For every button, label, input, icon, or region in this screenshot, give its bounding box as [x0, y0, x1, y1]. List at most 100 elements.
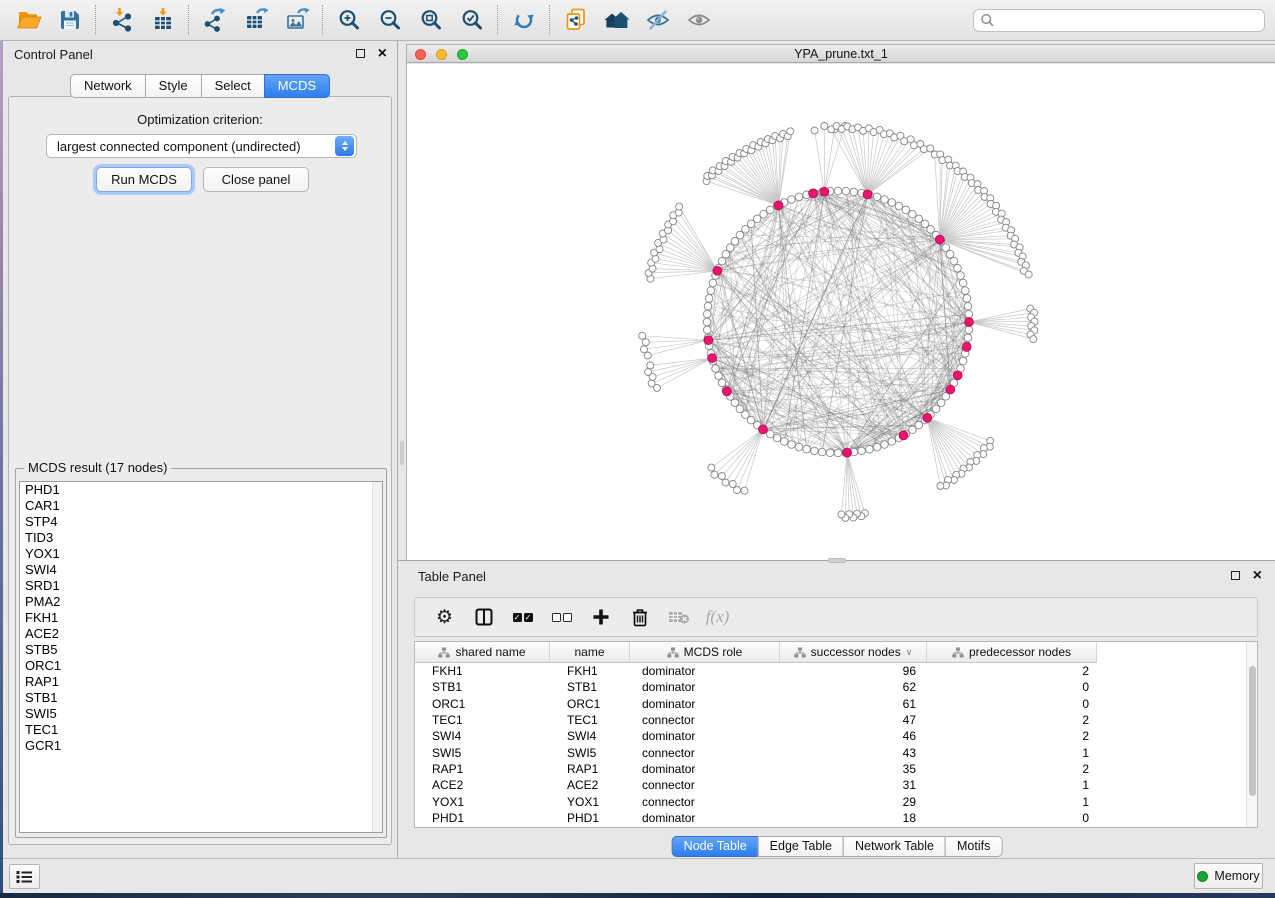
zoom-in-icon[interactable] [328, 3, 369, 37]
show-all-icon[interactable] [678, 3, 719, 37]
mcds-result-item[interactable]: GCR1 [20, 738, 382, 754]
mcds-result-item[interactable]: TEC1 [20, 722, 382, 738]
toolbar-separator [188, 5, 189, 35]
mcds-result-item[interactable]: PHD1 [20, 482, 382, 498]
delete-column-icon[interactable] [620, 601, 659, 633]
table-row[interactable]: TEC1TEC1connector472 [415, 712, 1257, 728]
tab-motifs[interactable]: Motifs [945, 836, 1002, 857]
column-header-predecessor-nodes[interactable]: predecessor nodes [927, 642, 1097, 663]
import-table-icon[interactable] [142, 3, 183, 37]
export-image-icon[interactable] [276, 3, 317, 37]
tab-network-table[interactable]: Network Table [843, 836, 946, 857]
export-table-icon[interactable] [235, 3, 276, 37]
desktop-wallpaper: Control Panel × NetworkStyleSelectMCDS O… [0, 0, 1275, 898]
float-panel-icon[interactable] [356, 49, 365, 58]
add-column-icon[interactable] [581, 601, 620, 633]
clone-network-icon[interactable] [555, 3, 596, 37]
column-header-name[interactable]: name [550, 642, 630, 663]
mcds-result-list[interactable]: PHD1CAR1STP4TID3YOX1SWI4SRD1PMA2FKH1ACE2… [19, 481, 383, 833]
mcds-result-item[interactable]: FKH1 [20, 610, 382, 626]
tab-network[interactable]: Network [70, 74, 146, 98]
table-cell: 31 [780, 778, 927, 792]
save-session-icon[interactable] [49, 3, 90, 37]
table-cell: 61 [780, 697, 927, 711]
table-cell: 0 [927, 811, 1097, 825]
mcds-result-item[interactable]: STB1 [20, 690, 382, 706]
zoom-fit-icon[interactable] [410, 3, 451, 37]
table-cell: dominator [630, 664, 780, 678]
column-header-MCDS-role[interactable]: MCDS role [630, 642, 780, 663]
mcds-result-item[interactable]: SWI5 [20, 706, 382, 722]
first-neighbors-icon[interactable] [596, 3, 637, 37]
zoom-selected-icon[interactable] [451, 3, 492, 37]
close-panel-button[interactable]: Close panel [203, 167, 309, 192]
table-scrollbar-thumb[interactable] [1249, 666, 1256, 796]
network-canvas[interactable] [407, 64, 1275, 560]
search-input[interactable] [995, 13, 1258, 27]
network-window-titlebar[interactable]: YPA_prune.txt_1 [407, 45, 1275, 63]
optimization-criterion-select[interactable]: largest connected component (undirected) [46, 134, 357, 158]
mcds-result-item[interactable]: RAP1 [20, 674, 382, 690]
mcds-result-group: MCDS result (17 nodes) PHD1CAR1STP4TID3Y… [15, 468, 387, 838]
table-cell: 2 [927, 762, 1097, 776]
mcds-result-item[interactable]: YOX1 [20, 546, 382, 562]
mcds-result-item[interactable]: SWI4 [20, 562, 382, 578]
table-row[interactable]: YOX1YOX1connector291 [415, 793, 1257, 809]
close-panel-icon[interactable]: × [378, 43, 387, 65]
table-row[interactable]: ACE2ACE2connector311 [415, 777, 1257, 793]
tab-node-table[interactable]: Node Table [672, 836, 759, 857]
tab-select[interactable]: Select [201, 74, 265, 98]
deselect-all-icon[interactable] [542, 601, 581, 633]
table-scrollbar[interactable] [1246, 642, 1257, 827]
float-table-panel-icon[interactable] [1231, 571, 1240, 580]
app-window: Control Panel × NetworkStyleSelectMCDS O… [0, 0, 1275, 893]
mcds-result-item[interactable]: TID3 [20, 530, 382, 546]
mcds-result-item[interactable]: STP4 [20, 514, 382, 530]
task-history-button[interactable] [9, 864, 40, 889]
show-columns-icon[interactable] [464, 601, 503, 633]
table-row[interactable]: SWI5SWI5connector431 [415, 744, 1257, 760]
attribute-icon [952, 647, 964, 658]
function-builder-icon[interactable]: f(x) [698, 601, 737, 633]
tab-edge-table[interactable]: Edge Table [758, 836, 844, 857]
mcds-result-item[interactable]: ORC1 [20, 658, 382, 674]
tab-style[interactable]: Style [145, 74, 202, 98]
delete-table-icon[interactable] [659, 601, 698, 633]
node-table[interactable]: shared namenameMCDS rolesuccessor nodes∨… [414, 641, 1258, 828]
table-panel-grip[interactable] [828, 558, 846, 563]
search-box[interactable] [973, 9, 1265, 32]
table-row[interactable]: STB1STB1dominator620 [415, 679, 1257, 695]
select-all-icon[interactable]: ✓✓ [503, 601, 542, 633]
column-header-successor-nodes[interactable]: successor nodes∨ [780, 642, 927, 663]
table-cell: SWI5 [550, 746, 630, 760]
splitter-grip[interactable] [400, 441, 404, 465]
table-row[interactable]: PHD1PHD1dominator180 [415, 810, 1257, 826]
table-row[interactable]: ORC1ORC1dominator610 [415, 696, 1257, 712]
import-network-icon[interactable] [101, 3, 142, 37]
column-header-shared-name[interactable]: shared name [415, 642, 550, 663]
zoom-out-icon[interactable] [369, 3, 410, 37]
mcds-result-item[interactable]: CAR1 [20, 498, 382, 514]
table-row[interactable]: SWI4SWI4dominator462 [415, 728, 1257, 744]
table-row[interactable]: FKH1FKH1dominator962 [415, 663, 1257, 679]
refresh-icon[interactable] [503, 3, 544, 37]
close-table-panel-icon[interactable]: × [1253, 565, 1262, 587]
mcds-list-scrollbar[interactable] [372, 482, 382, 832]
table-settings-icon[interactable]: ⚙ [425, 601, 464, 633]
mcds-panel: Optimization criterion: largest connecte… [8, 96, 392, 845]
mcds-result-item[interactable]: SRD1 [20, 578, 382, 594]
table-row[interactable]: RAP1RAP1dominator352 [415, 761, 1257, 777]
mcds-result-item[interactable]: ACE2 [20, 626, 382, 642]
memory-button[interactable]: Memory [1194, 863, 1263, 889]
tab-mcds[interactable]: MCDS [264, 74, 330, 98]
table-cell: PHD1 [415, 811, 550, 825]
export-network-icon[interactable] [194, 3, 235, 37]
control-panel-titlebar: Control Panel × [3, 41, 397, 67]
network-graph[interactable] [407, 64, 1275, 560]
mcds-result-item[interactable]: STB5 [20, 642, 382, 658]
table-panel: Table Panel × ⚙ ✓✓ f [398, 560, 1275, 858]
open-session-icon[interactable] [8, 3, 49, 37]
run-mcds-button[interactable]: Run MCDS [96, 167, 192, 192]
mcds-result-item[interactable]: PMA2 [20, 594, 382, 610]
hide-selected-icon[interactable] [637, 3, 678, 37]
